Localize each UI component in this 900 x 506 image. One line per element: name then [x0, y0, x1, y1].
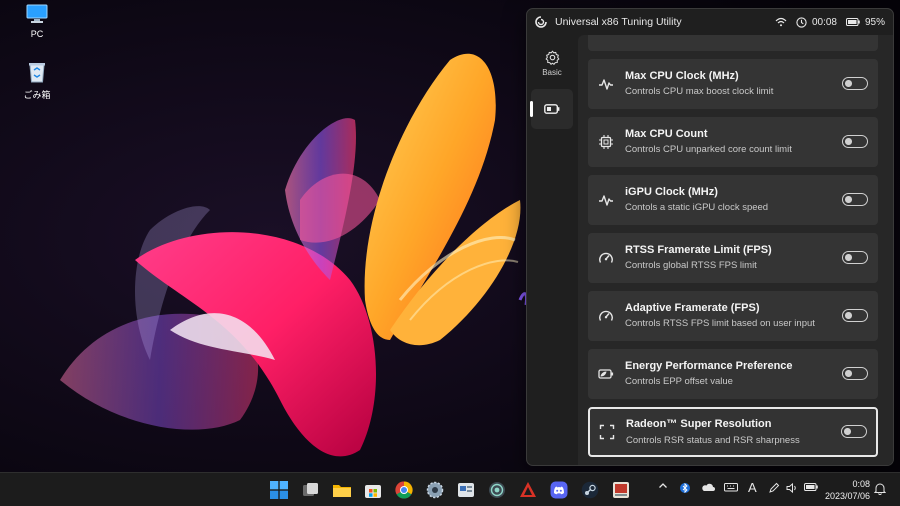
- nav-item-power[interactable]: [530, 89, 573, 129]
- setting-toggle[interactable]: [841, 425, 867, 438]
- taskbar: A 0:08 2023/07/06: [0, 472, 900, 506]
- gear-icon: [545, 50, 559, 65]
- pulse-icon: [599, 79, 613, 90]
- setting-description: Controls CPU max boost clock limit: [625, 86, 774, 97]
- setting-card-igpu-clock[interactable]: iGPU Clock (MHz) Contols a static iGPU c…: [588, 175, 878, 225]
- cpu-icon: [599, 135, 613, 149]
- setting-toggle[interactable]: [842, 193, 868, 206]
- setting-description: Contols a static iGPU clock speed: [625, 202, 769, 213]
- clock-time: 0:08: [852, 479, 870, 489]
- setting-description: Controls CPU unparked core count limit: [625, 144, 792, 155]
- wifi-icon: [775, 17, 787, 27]
- status-battery: 95%: [864, 16, 885, 28]
- recycle-bin-icon: [7, 61, 67, 85]
- steam-button[interactable]: [579, 479, 601, 501]
- setting-card-partial: [588, 35, 878, 51]
- setting-card-rtss-framerate-limit[interactable]: RTSS Framerate Limit (FPS) Controls glob…: [588, 233, 878, 283]
- status-time: 00:08: [811, 16, 837, 28]
- setting-title: Radeon™ Super Resolution: [626, 418, 772, 430]
- active-indicator: [530, 101, 533, 117]
- title-bar[interactable]: Universal x86 Tuning Utility 00:08 95%: [527, 9, 893, 35]
- setting-title: Adaptive Framerate (FPS): [625, 302, 760, 314]
- setting-toggle[interactable]: [842, 367, 868, 380]
- task-view-icon: [303, 483, 318, 496]
- file-explorer-button[interactable]: [331, 479, 353, 501]
- taskbar-clock[interactable]: 0:08 2023/07/06: [825, 478, 870, 502]
- window-title: Universal x86 Tuning Utility: [555, 16, 682, 28]
- setting-card-max-cpu-clock[interactable]: Max CPU Clock (MHz) Controls CPU max boo…: [588, 59, 878, 109]
- setting-description: Controls global RTSS FPS limit: [625, 260, 757, 271]
- discord-icon: [550, 481, 568, 499]
- setting-toggle[interactable]: [842, 309, 868, 322]
- status-area: 00:08 95%: [775, 17, 885, 28]
- app-logo-icon: [535, 16, 547, 28]
- taskbar-app-button[interactable]: [486, 479, 508, 501]
- notification-bell-icon[interactable]: [873, 482, 887, 498]
- setting-description: Controls RSR status and RSR sharpness: [626, 435, 800, 446]
- desktop-icon-pc[interactable]: PC: [7, 4, 67, 39]
- fullscreen-icon: [599, 424, 615, 440]
- battery-saver-icon: [598, 369, 614, 379]
- keyboard-icon[interactable]: [724, 482, 738, 495]
- clock-icon: [796, 16, 807, 28]
- setting-card-adaptive-framerate[interactable]: Adaptive Framerate (FPS) Controls RTSS F…: [588, 291, 878, 341]
- start-icon: [270, 481, 288, 499]
- setting-card-max-cpu-count[interactable]: Max CPU Count Controls CPU unparked core…: [588, 117, 878, 167]
- gauge-icon: [599, 252, 613, 263]
- task-view-button[interactable]: [300, 479, 322, 501]
- nav-item-basic[interactable]: Basic: [531, 43, 573, 83]
- taskbar-app-button[interactable]: [517, 479, 539, 501]
- app-icon: [458, 483, 474, 497]
- setting-card-radeon-super-resolution[interactable]: Radeon™ Super Resolution Controls RSR st…: [588, 407, 878, 457]
- file-explorer-icon: [333, 485, 351, 497]
- ime-indicator[interactable]: A: [748, 480, 757, 495]
- steam-icon: [581, 481, 599, 499]
- battery-icon: [544, 104, 560, 114]
- chevron-up-icon[interactable]: [658, 481, 668, 494]
- settings-app-button[interactable]: [424, 479, 446, 501]
- start-button[interactable]: [268, 479, 290, 501]
- settings-content[interactable]: Max CPU Clock (MHz) Controls CPU max boo…: [578, 35, 893, 465]
- onedrive-icon[interactable]: [701, 482, 715, 495]
- setting-title: Energy Performance Preference: [625, 360, 793, 372]
- gauge-icon: [599, 310, 613, 321]
- tuning-utility-window: Universal x86 Tuning Utility 00:08 95% B…: [526, 8, 894, 466]
- desktop-icon-label: ごみ箱: [23, 90, 51, 100]
- app-icon: [613, 482, 629, 498]
- battery-icon: [845, 18, 860, 26]
- setting-title: iGPU Clock (MHz): [625, 186, 718, 198]
- store-icon: [365, 485, 381, 498]
- nav-item-label: Basic: [542, 67, 562, 77]
- setting-card-energy-performance-preference[interactable]: Energy Performance Preference Controls E…: [588, 349, 878, 399]
- setting-toggle[interactable]: [842, 135, 868, 148]
- setting-title: Max CPU Count: [625, 128, 708, 140]
- volume-icon[interactable]: [786, 482, 798, 497]
- settings-app-icon: [426, 481, 444, 499]
- monitor-icon: [7, 4, 67, 26]
- setting-toggle[interactable]: [842, 77, 868, 90]
- app-icon: [520, 482, 536, 497]
- store-button[interactable]: [362, 479, 384, 501]
- battery-icon[interactable]: [804, 482, 818, 495]
- pulse-icon: [599, 195, 613, 206]
- desktop-icon-label: PC: [30, 29, 44, 39]
- chrome-icon: [395, 481, 413, 499]
- pen-icon[interactable]: [768, 482, 780, 497]
- app-icon: [489, 482, 505, 498]
- clock-date: 2023/07/06: [824, 491, 870, 501]
- setting-description: Controls EPP offset value: [625, 376, 733, 387]
- setting-title: Max CPU Clock (MHz): [625, 70, 739, 82]
- taskbar-app-button[interactable]: [610, 479, 632, 501]
- desktop-icon-recycle-bin[interactable]: ごみ箱: [7, 61, 67, 101]
- bluetooth-icon[interactable]: [680, 482, 690, 497]
- chrome-button[interactable]: [393, 479, 415, 501]
- setting-title: RTSS Framerate Limit (FPS): [625, 244, 772, 256]
- taskbar-app-button[interactable]: [455, 479, 477, 501]
- discord-button[interactable]: [548, 479, 570, 501]
- setting-toggle[interactable]: [842, 251, 868, 264]
- setting-description: Controls RTSS FPS limit based on user in…: [625, 318, 815, 329]
- side-navigation: Basic: [527, 35, 577, 465]
